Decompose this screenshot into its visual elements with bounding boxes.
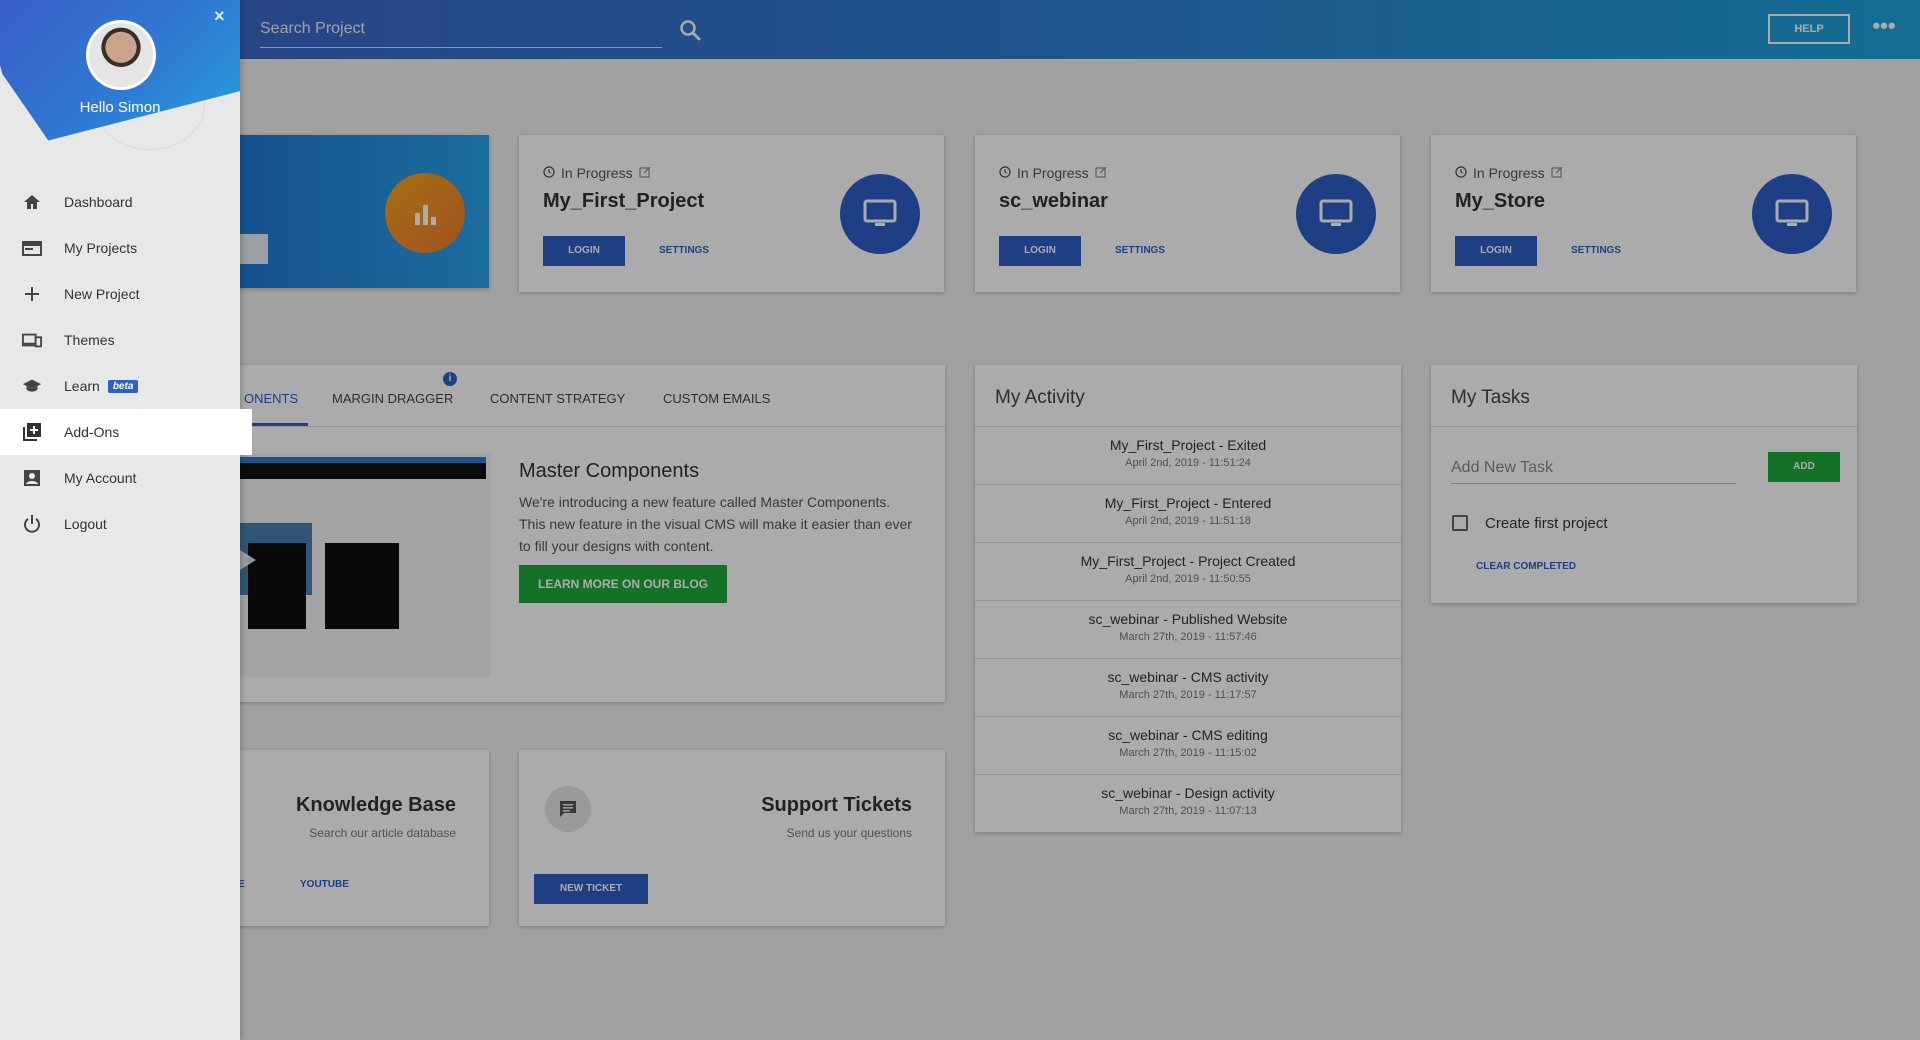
sidebar-header: Hello Simon ×: [0, 0, 240, 160]
sidebar-item-my-account[interactable]: My Account: [0, 455, 240, 501]
sidebar-item-logout[interactable]: Logout: [0, 501, 240, 547]
projects-icon: [22, 238, 42, 258]
sidebar-item-add-ons[interactable]: Add-Ons: [0, 409, 252, 455]
beta-badge: beta: [107, 379, 139, 393]
plus-icon: [22, 284, 42, 304]
avatar[interactable]: [86, 20, 156, 90]
school-icon: [22, 376, 42, 396]
devices-icon: [22, 330, 42, 350]
library-add-icon: [22, 422, 42, 442]
sidebar-item-label: Add-Ons: [64, 424, 120, 440]
sidebar-item-learn[interactable]: Learn beta: [0, 363, 240, 409]
sidebar-item-dashboard[interactable]: Dashboard: [0, 179, 240, 225]
sidebar-item-label: Logout: [64, 516, 107, 532]
account-box-icon: [22, 468, 42, 488]
sidebar-item-label: My Account: [64, 470, 137, 486]
sidebar-item-label: Dashboard: [64, 194, 133, 210]
sidebar-item-label: My Projects: [64, 240, 138, 256]
modal-backdrop[interactable]: [0, 0, 1920, 1040]
sidebar-item-themes[interactable]: Themes: [0, 317, 240, 363]
sidebar-item-my-projects[interactable]: My Projects: [0, 225, 240, 271]
home-icon: [22, 192, 42, 212]
power-icon: [22, 514, 42, 534]
greeting: Hello Simon: [79, 99, 161, 116]
sidebar: Hello Simon × Dashboard My Projects New …: [0, 0, 252, 1040]
sidebar-nav: Dashboard My Projects New Project Themes…: [0, 179, 252, 547]
sidebar-item-label: Learn: [64, 378, 100, 394]
sidebar-item-label: New Project: [64, 286, 140, 302]
close-icon[interactable]: ×: [214, 6, 225, 27]
sidebar-item-new-project[interactable]: New Project: [0, 271, 240, 317]
sidebar-item-label: Themes: [64, 332, 115, 348]
